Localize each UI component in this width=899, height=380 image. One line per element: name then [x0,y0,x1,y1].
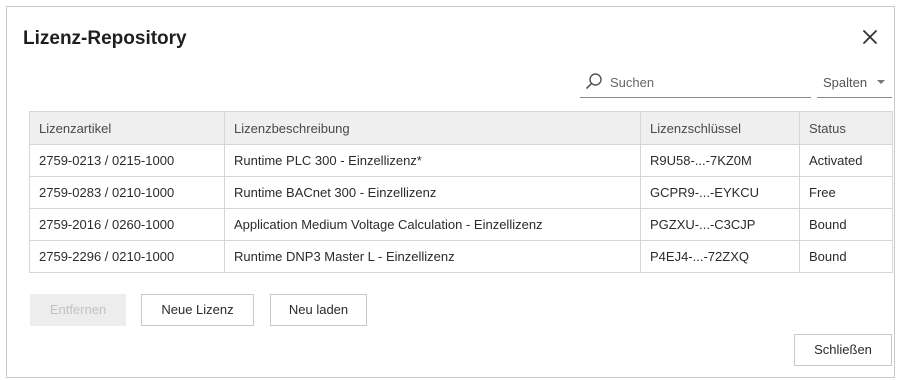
column-header-license-article[interactable]: Lizenzartikel [29,111,225,145]
column-header-license-key[interactable]: Lizenzschlüssel [640,111,800,145]
reload-button[interactable]: Neu laden [270,294,367,326]
table-row[interactable]: 2759-0283 / 0210-1000 Runtime BACnet 300… [29,176,893,209]
cell-status: Free [799,176,893,209]
column-header-status[interactable]: Status [799,111,893,145]
close-button[interactable] [859,26,881,48]
chevron-down-icon [877,80,885,84]
column-header-license-description[interactable]: Lizenzbeschreibung [224,111,641,145]
close-icon [863,30,877,44]
new-license-button[interactable]: Neue Lizenz [141,294,254,326]
search-icon [586,73,602,89]
table-row[interactable]: 2759-2296 / 0210-1000 Runtime DNP3 Maste… [29,240,893,273]
dialog-title: Lizenz-Repository [23,28,187,49]
search-input[interactable] [610,71,805,93]
cell-license-description: Application Medium Voltage Calculation -… [224,208,641,241]
cell-license-article: 2759-0283 / 0210-1000 [29,176,225,209]
table-row[interactable]: 2759-0213 / 0215-1000 Runtime PLC 300 - … [29,144,893,177]
license-table: Lizenzartikel Lizenzbeschreibung Lizenzs… [29,111,893,273]
cell-license-description: Runtime BACnet 300 - Einzellizenz [224,176,641,209]
cell-status: Bound [799,208,893,241]
cell-license-key: R9U58-...-7KZ0M [640,144,800,177]
cell-license-key: PGZXU-...-C3CJP [640,208,800,241]
table-row[interactable]: 2759-2016 / 0260-1000 Application Medium… [29,208,893,241]
columns-dropdown-label: Spalten [823,75,868,90]
close-dialog-button[interactable]: Schließen [794,334,892,366]
cell-license-article: 2759-2016 / 0260-1000 [29,208,225,241]
search-box [580,69,811,98]
cell-license-key: P4EJ4-...-72ZXQ [640,240,800,273]
cell-license-description: Runtime PLC 300 - Einzellizenz* [224,144,641,177]
cell-license-article: 2759-2296 / 0210-1000 [29,240,225,273]
cell-status: Bound [799,240,893,273]
cell-license-key: GCPR9-...-EYKCU [640,176,800,209]
cell-license-article: 2759-0213 / 0215-1000 [29,144,225,177]
cell-license-description: Runtime DNP3 Master L - Einzellizenz [224,240,641,273]
columns-dropdown[interactable]: Spalten [817,69,892,98]
remove-button[interactable]: Entfernen [30,294,126,326]
table-header-row: Lizenzartikel Lizenzbeschreibung Lizenzs… [29,111,893,145]
cell-status: Activated [799,144,893,177]
